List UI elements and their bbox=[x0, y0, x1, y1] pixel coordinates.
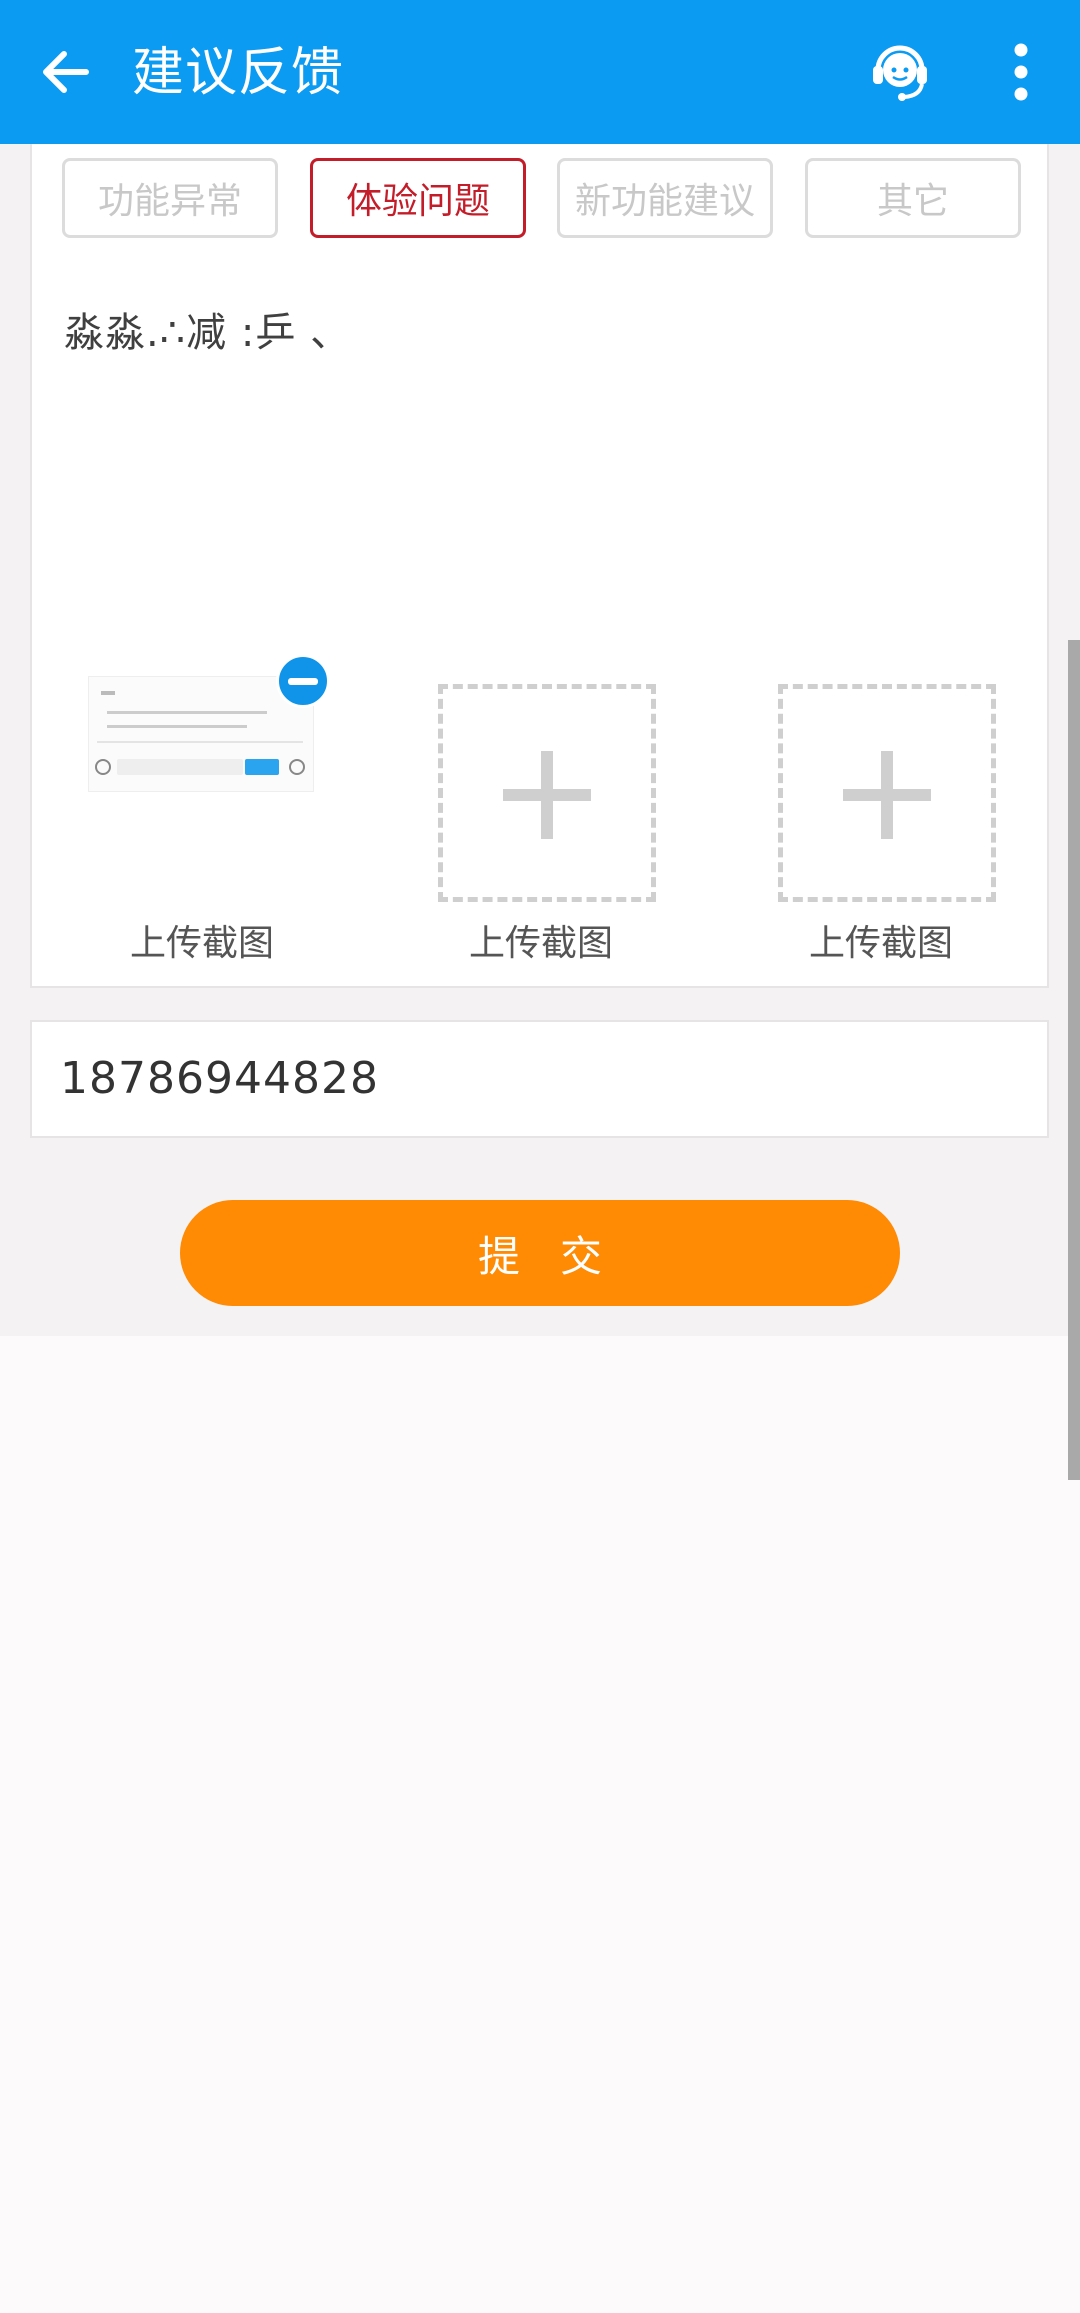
back-button[interactable] bbox=[30, 36, 102, 108]
remove-screenshot-button[interactable] bbox=[276, 654, 330, 708]
app-bar: 建议反馈 bbox=[0, 0, 1080, 144]
phone-input[interactable]: 18786944828 bbox=[30, 1020, 1049, 1138]
customer-service-button[interactable] bbox=[862, 34, 938, 110]
scrollbar[interactable] bbox=[1068, 640, 1080, 1480]
upload-label: 上传截图 bbox=[808, 923, 953, 964]
minus-icon bbox=[288, 677, 318, 685]
more-options-button[interactable] bbox=[996, 34, 1046, 110]
type-new-feature[interactable]: 新功能建议 bbox=[557, 158, 773, 238]
submit-button[interactable]: 提交 bbox=[180, 1200, 900, 1306]
upload-label: 上传截图 bbox=[468, 923, 613, 964]
upload-slot-3[interactable]: 上传截图 bbox=[761, 644, 1001, 984]
type-other[interactable]: 其它 bbox=[805, 158, 1021, 238]
add-screenshot-box[interactable] bbox=[778, 684, 996, 902]
more-vertical-icon bbox=[1014, 43, 1028, 101]
headset-icon bbox=[873, 45, 927, 101]
upload-slot-2[interactable]: 上传截图 bbox=[421, 644, 661, 984]
content-area: 功能异常 体验问题 新功能建议 其它 淼淼.∴减 :乒 、 上传截图 上传截图 bbox=[0, 144, 1080, 1480]
page-title: 建议反馈 bbox=[132, 43, 345, 103]
feedback-textarea[interactable]: 淼淼.∴减 :乒 、 bbox=[64, 300, 1004, 630]
add-screenshot-box[interactable] bbox=[438, 684, 656, 902]
feedback-card: 功能异常 体验问题 新功能建议 其它 淼淼.∴减 :乒 、 上传截图 上传截图 bbox=[30, 144, 1049, 988]
back-arrow-icon bbox=[43, 51, 89, 93]
feedback-type-selector: 功能异常 体验问题 新功能建议 其它 bbox=[62, 158, 1022, 242]
upload-label: 上传截图 bbox=[129, 923, 274, 964]
type-experience-issue[interactable]: 体验问题 bbox=[310, 158, 526, 238]
type-function-error[interactable]: 功能异常 bbox=[62, 158, 278, 238]
